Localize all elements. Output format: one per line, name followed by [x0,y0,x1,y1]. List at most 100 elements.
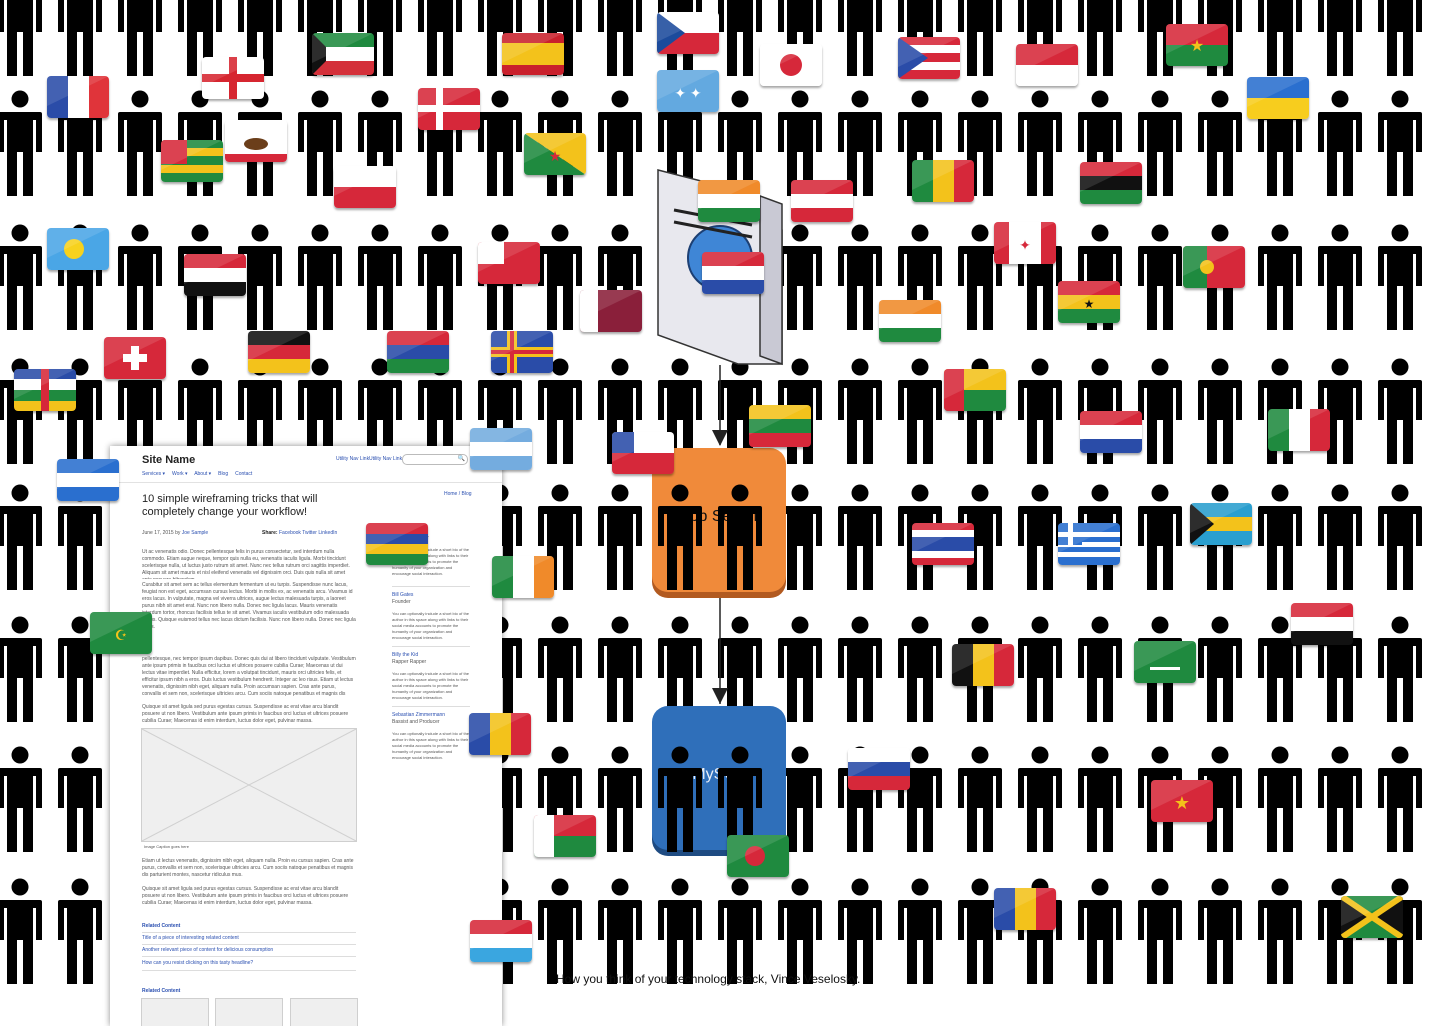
person-icon [358,0,402,76]
person-name[interactable]: Sebastian Zimmermann [392,712,472,719]
person-icon [238,0,282,76]
portugal-flag-icon [1183,246,1245,288]
nav-contact[interactable]: Contact [235,471,252,477]
person-icon [718,878,762,984]
person-icon [298,224,342,330]
person-icon [898,878,942,984]
person-icon [958,224,1002,330]
person-icon [1138,224,1182,330]
person-icon [838,358,882,464]
person-icon [1198,358,1242,464]
article-paragraph: Etiam ut lectus venenatis, dignissim nib… [142,858,354,878]
person-name[interactable]: ...nis [392,528,472,535]
russia-flag-icon [848,748,910,790]
caption: How you think of your technology stack, … [556,972,861,986]
sidebar-person: ...nis ...and Composer You can optionall… [392,528,472,577]
person-icon [958,746,1002,852]
tonga-flag-icon [478,242,540,284]
palau-flag-icon [47,228,109,270]
person-icon [1318,0,1362,76]
related-link[interactable]: Another relevant piece of content for de… [142,947,273,954]
person-icon [0,878,42,984]
search-icon: 🔍 [457,456,465,462]
related-link[interactable]: How can you resist clicking on this tast… [142,960,253,967]
czech-flag-icon [657,12,719,54]
person-name[interactable]: Bill Gates [392,592,472,599]
person-icon [1198,90,1242,196]
breadcrumb[interactable]: Home / Blog [444,491,472,498]
person-icon [0,0,42,76]
person-icon [0,616,42,722]
person-icon [898,746,942,852]
author-link[interactable]: Joe Sample [182,530,208,536]
person-icon [1078,90,1122,196]
person-icon [1198,616,1242,722]
site-name[interactable]: Site Name [142,454,195,466]
nav-blog[interactable]: Blog [218,471,228,477]
twitter-link[interactable]: Twitter [302,530,317,536]
related-link[interactable]: Title of a piece of interesting related … [142,935,239,942]
person-icon [958,616,1002,722]
person-role: Founder [392,599,411,605]
person-icon [0,484,42,590]
person-icon [898,224,942,330]
person-icon [178,224,222,330]
person-icon [0,90,42,196]
person-icon [1258,878,1302,984]
india-flag-icon [698,180,760,222]
person-role: Rapper Rapper [392,659,427,665]
nav-services[interactable]: Services ▾ [142,471,165,477]
utility-nav-link[interactable]: Utility Nav Link [369,456,402,463]
person-icon [1318,484,1362,590]
person-icon [1198,878,1242,984]
person-icon [1378,358,1422,464]
svg-text:✦ ✦: ✦ ✦ [674,85,702,101]
person-icon [58,90,102,196]
nav-work[interactable]: Work ▾ [172,471,187,477]
nav-about[interactable]: About ▾ [194,471,211,477]
person-icon [1018,0,1062,76]
person-icon [598,616,642,722]
person-icon [598,90,642,196]
svg-text:✦: ✦ [1019,237,1031,253]
person-icon [1138,0,1182,76]
sidebar-person: Billy the Kid Rapper Rapper You can opti… [392,652,472,701]
app-server-box: App Server [652,448,786,592]
search-input[interactable]: 🔍 [402,454,468,465]
person-icon [1258,0,1302,76]
person-icon [1138,878,1182,984]
madagascar-flag-icon [534,815,596,857]
person-icon [478,90,522,196]
person-icon [1078,878,1122,984]
person-icon [1138,484,1182,590]
person-icon [1078,0,1122,76]
person-icon [358,90,402,196]
facebook-link[interactable]: Facebook [279,530,301,536]
aland-flag-icon [491,331,553,373]
person-icon [1318,746,1362,852]
niger-flag-icon [879,300,941,342]
svg-text:★: ★ [1174,793,1190,813]
person-icon [118,0,162,76]
article-paragraph: Quisque sit amet ligula sed purus egesta… [142,704,349,724]
sidebar-person: Sebastian Zimmermann Bassist and Produce… [392,712,472,761]
spain-flag-icon [502,33,564,75]
article-meta: June 17, 2015 by Joe Sample [142,530,208,537]
canada-flag-icon: ✦ [994,222,1056,264]
netherlands-flag-icon [1080,411,1142,453]
person-icon [838,484,882,590]
vietnam-flag-icon: ★ [1151,780,1213,822]
article-title: 10 simple wireframing tricks that will c… [142,493,318,518]
image-caption: Image Caption goes here [144,844,189,849]
person-icon [1378,90,1422,196]
linkedin-link[interactable]: LinkedIn [318,530,337,536]
person-icon [538,746,582,852]
person-icon [898,616,942,722]
person-icon [598,0,642,76]
person-name[interactable]: Billy the Kid [392,652,472,659]
utility-nav-link[interactable]: Utility Nav Link [336,456,369,463]
sidebar-person: Bill Gates Founder You can optionally in… [392,592,472,641]
micronesia-flag-icon: ✦ ✦ [657,70,719,112]
person-icon [1198,746,1242,852]
germany-flag-icon [248,331,310,373]
